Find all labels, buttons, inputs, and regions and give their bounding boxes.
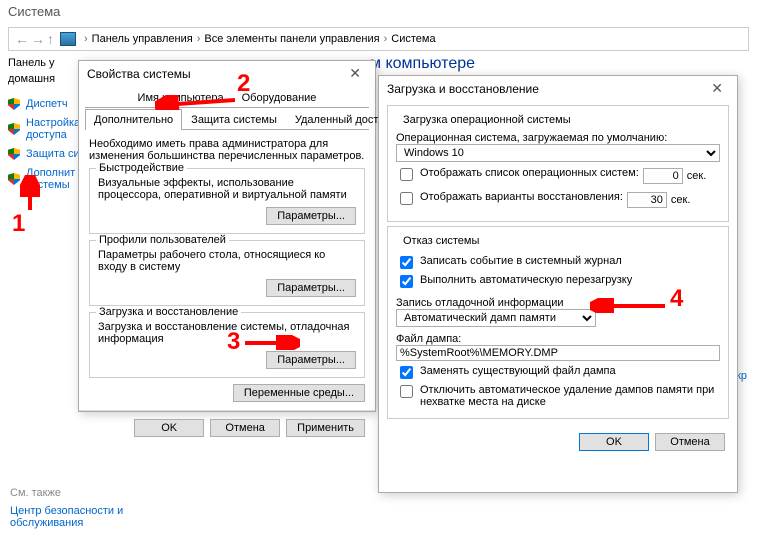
dialog-title: Загрузка и восстановление <box>387 82 539 96</box>
shield-icon <box>8 98 20 110</box>
sidebar-item-advanced[interactable]: Дополнит системы <box>8 165 86 193</box>
os-list-seconds[interactable] <box>643 168 683 184</box>
see-also-link[interactable]: Центр безопасности и обслуживания <box>10 505 123 529</box>
group-title: Загрузка операционной системы <box>400 114 574 126</box>
sidebar-home-1[interactable]: Панель у <box>8 55 86 71</box>
shield-icon <box>8 123 20 135</box>
tab-hardware[interactable]: Оборудование <box>233 87 326 108</box>
shield-icon <box>8 148 20 160</box>
cancel-button[interactable]: Отмена <box>655 433 725 451</box>
default-os-label: Операционная система, загружаемая по умо… <box>396 132 720 144</box>
nav-up-icon[interactable]: ↑ <box>47 31 54 47</box>
group-system-failure: Отказ системы Записать событие в системн… <box>387 226 729 419</box>
sidebar-item-protection[interactable]: Защита си <box>8 146 86 162</box>
disable-delete-checkbox[interactable] <box>400 385 413 398</box>
sidebar-home-2[interactable]: домашня <box>8 71 86 87</box>
sidebar: Панель у домашня Диспетч Настройка досту… <box>8 55 86 196</box>
debug-info-select[interactable]: Автоматический дамп памяти <box>396 309 596 327</box>
breadcrumb: ← → ↑ › Панель управления › Все элементы… <box>8 27 749 51</box>
tab-advanced[interactable]: Дополнительно <box>85 109 182 130</box>
nav-back-icon[interactable]: ← <box>15 31 29 47</box>
control-panel-icon <box>60 32 76 46</box>
startup-settings-button[interactable]: Параметры... <box>266 351 356 369</box>
group-desc: Загрузка и восстановление системы, отлад… <box>98 321 356 345</box>
group-desc: Параметры рабочего стола, относящиеся ко… <box>98 249 356 273</box>
system-properties-dialog: Свойства системы ✕ Имя компьютера Оборуд… <box>78 60 376 412</box>
ok-button[interactable]: OK <box>579 433 649 451</box>
env-vars-button[interactable]: Переменные среды... <box>233 384 365 402</box>
ok-button[interactable]: OK <box>134 419 204 437</box>
close-icon[interactable]: ✕ <box>705 80 729 97</box>
page-header-partial: м компьютере <box>370 55 475 73</box>
default-os-select[interactable]: Windows 10 <box>396 144 720 162</box>
see-also-header: См. также <box>10 487 123 499</box>
crumb-3[interactable]: Система <box>391 33 435 45</box>
sidebar-item-device-manager[interactable]: Диспетч <box>8 96 86 112</box>
nav-fwd-icon[interactable]: → <box>31 31 45 47</box>
crumb-2[interactable]: Все элементы панели управления <box>204 33 379 45</box>
show-os-list-checkbox[interactable] <box>400 168 413 181</box>
apply-button[interactable]: Применить <box>286 419 365 437</box>
dialog-title: Свойства системы <box>87 67 191 81</box>
performance-settings-button[interactable]: Параметры... <box>266 207 356 225</box>
window-title: Система <box>0 0 757 23</box>
group-profiles: Профили пользователей Параметры рабочего… <box>89 240 365 306</box>
sidebar-item-remote[interactable]: Настройка доступа <box>8 115 86 143</box>
recovery-seconds[interactable] <box>627 192 667 208</box>
see-also: См. также Центр безопасности и обслужива… <box>10 487 123 529</box>
shield-icon <box>8 173 20 185</box>
close-icon[interactable]: ✕ <box>343 65 367 82</box>
write-event-checkbox[interactable] <box>400 256 413 269</box>
debug-info-label: Запись отладочной информации <box>396 297 720 309</box>
group-title: Отказ системы <box>400 235 482 247</box>
overwrite-dump-checkbox[interactable] <box>400 366 413 379</box>
admin-note: Необходимо иметь права администратора дл… <box>89 138 365 162</box>
group-system-startup: Загрузка операционной системы Операционн… <box>387 105 729 222</box>
dump-file-input[interactable] <box>396 345 720 361</box>
group-title: Загрузка и восстановление <box>96 306 241 318</box>
startup-recovery-dialog: Загрузка и восстановление ✕ Загрузка опе… <box>378 75 738 493</box>
group-desc: Визуальные эффекты, использование процес… <box>98 177 356 201</box>
auto-restart-checkbox[interactable] <box>400 275 413 288</box>
cancel-button[interactable]: Отмена <box>210 419 280 437</box>
group-startup-recovery: Загрузка и восстановление Загрузка и вос… <box>89 312 365 378</box>
profiles-settings-button[interactable]: Параметры... <box>266 279 356 297</box>
crumb-1[interactable]: Панель управления <box>92 33 193 45</box>
show-recovery-checkbox[interactable] <box>400 192 413 205</box>
dump-file-label: Файл дампа: <box>396 333 720 345</box>
tab-protection[interactable]: Защита системы <box>182 109 286 130</box>
group-performance: Быстродействие Визуальные эффекты, испол… <box>89 168 365 234</box>
group-title: Профили пользователей <box>96 234 229 246</box>
tab-computer-name[interactable]: Имя компьютера <box>129 87 233 108</box>
group-title: Быстродействие <box>96 162 187 174</box>
